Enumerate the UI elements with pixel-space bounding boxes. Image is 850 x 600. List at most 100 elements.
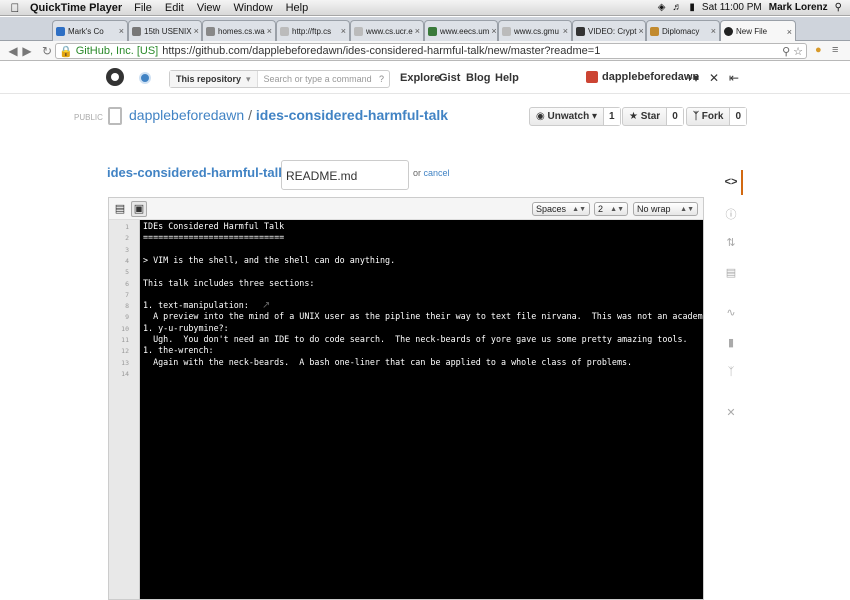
- fullscreen-icon[interactable]: ▣: [131, 201, 147, 217]
- close-tab-icon[interactable]: ×: [192, 26, 199, 36]
- close-tab-icon[interactable]: ×: [339, 26, 346, 36]
- code-icon[interactable]: <>: [722, 176, 740, 188]
- github-header: This repository ▾ Search or type a comman…: [0, 62, 850, 94]
- volume-icon[interactable]: ♬: [672, 2, 682, 13]
- apple-menu-icon[interactable]: : [0, 1, 30, 15]
- menu-window[interactable]: Window: [233, 2, 272, 14]
- code-area[interactable]: IDEs Considered Harmful Talk ============…: [141, 220, 703, 599]
- help-icon[interactable]: ?: [379, 74, 384, 84]
- nav-blog[interactable]: Blog: [466, 72, 490, 84]
- favicon-icon: [428, 26, 437, 36]
- battery-icon[interactable]: ▮: [689, 2, 695, 13]
- close-tab-icon[interactable]: ×: [489, 26, 496, 36]
- nav-help[interactable]: Help: [495, 72, 519, 84]
- issues-icon[interactable]: ⓘ: [722, 206, 740, 222]
- extension-icon[interactable]: ●: [815, 44, 822, 56]
- repo-owner-link[interactable]: dapplebeforedawn: [129, 107, 244, 123]
- star-button[interactable]: ★ Star: [623, 108, 668, 125]
- nav-explore[interactable]: Explore: [400, 72, 440, 84]
- user-menu[interactable]: Mark Lorenz: [769, 2, 828, 13]
- bookmark-star-icon[interactable]: ☆: [793, 45, 803, 58]
- browser-tab-active[interactable]: New File ×: [720, 20, 796, 42]
- close-tab-icon[interactable]: ×: [636, 26, 643, 36]
- menu-file[interactable]: File: [134, 2, 152, 14]
- app-menu[interactable]: QuickTime Player: [30, 2, 122, 14]
- sign-out-icon[interactable]: ⇤: [729, 71, 739, 85]
- close-tab-icon[interactable]: ×: [413, 26, 420, 36]
- wiki-icon[interactable]: ▤: [722, 266, 740, 279]
- forward-icon[interactable]: ▶: [20, 44, 34, 58]
- settings-icon[interactable]: ✕: [722, 406, 740, 419]
- line-number-gutter: 1 2 3 4 5 6 7 8 9 10 11 12 13 14: [109, 220, 140, 599]
- close-tab-icon[interactable]: ×: [709, 26, 716, 36]
- search-input[interactable]: Search or type a command: [258, 74, 372, 84]
- breadcrumb-repo-link[interactable]: ides-considered-harmful-talk: [107, 165, 285, 180]
- close-tab-icon[interactable]: ×: [785, 27, 792, 37]
- code-editor: ▤ ▣ Spaces ▲▼ 2 ▲▼ No wrap ▲▼ 1 2 3 4 5 6 7 8 9 10 11…: [108, 197, 704, 600]
- file-icon[interactable]: ▤: [112, 201, 128, 217]
- code-line[interactable]: Ugh. You don't need an IDE to do code se…: [143, 334, 687, 345]
- line-number: 10: [121, 324, 129, 333]
- browser-tab[interactable]: www.cs.ucr.e ×: [350, 20, 424, 41]
- indent-mode-select[interactable]: Spaces ▲▼: [532, 202, 590, 216]
- favicon-icon: [576, 26, 585, 36]
- code-line[interactable]: Again with the neck-beards. A bash one-l…: [143, 357, 632, 368]
- clock[interactable]: Sat 11:00 PM: [702, 2, 762, 13]
- code-line[interactable]: 1. the-wrench:: [143, 345, 214, 356]
- browser-tab[interactable]: http://ftp.cs ×: [276, 20, 350, 41]
- menu-icon[interactable]: ≡: [832, 44, 838, 56]
- notifications-icon[interactable]: [139, 72, 151, 84]
- browser-tab[interactable]: VIDEO: Crypt ×: [572, 20, 646, 41]
- reload-icon[interactable]: ↻: [40, 44, 54, 58]
- settings-tools-icon[interactable]: ✕: [709, 71, 719, 85]
- stars-count[interactable]: 0: [667, 108, 683, 125]
- code-line[interactable]: This talk includes three sections:: [143, 278, 314, 289]
- nav-gist[interactable]: Gist: [439, 72, 460, 84]
- pull-request-icon[interactable]: ⇅: [722, 236, 740, 249]
- wrap-mode-select[interactable]: No wrap ▲▼: [633, 202, 698, 216]
- line-number: 7: [125, 290, 129, 299]
- close-tab-icon[interactable]: ×: [561, 26, 568, 36]
- spotlight-icon[interactable]: ⚲: [835, 2, 842, 13]
- github-logo-icon[interactable]: [106, 68, 124, 86]
- watchers-count[interactable]: 1: [604, 108, 620, 125]
- unwatch-button[interactable]: ◉ Unwatch ▾: [530, 108, 604, 125]
- code-line[interactable]: A preview into the mind of a UNIX user a…: [143, 311, 703, 322]
- browser-tab[interactable]: 15th USENIX ×: [128, 20, 202, 41]
- back-icon[interactable]: ◀: [6, 44, 20, 58]
- menu-view[interactable]: View: [197, 2, 221, 14]
- browser-tab[interactable]: www.cs.gmu ×: [498, 20, 572, 41]
- url-text[interactable]: https://github.com/dapplebeforedawn/ides…: [162, 45, 600, 57]
- browser-tab[interactable]: www.eecs.um ×: [424, 20, 498, 41]
- user-profile-link[interactable]: dapplebeforedawn: [586, 71, 699, 83]
- address-bar[interactable]: 🔒 GitHub, Inc. [US] https://github.com/d…: [55, 43, 807, 59]
- wifi-icon[interactable]: ◈: [658, 2, 666, 13]
- browser-tab[interactable]: homes.cs.wa ×: [202, 20, 276, 41]
- cancel-link[interactable]: cancel: [424, 168, 450, 178]
- graphs-icon[interactable]: ▮: [722, 336, 740, 349]
- code-line[interactable]: ============================: [143, 232, 284, 243]
- pulse-icon[interactable]: ∿: [722, 306, 740, 319]
- search-scope[interactable]: This repository ▾: [170, 71, 258, 87]
- code-line[interactable]: IDEs Considered Harmful Talk: [143, 221, 284, 232]
- repo-name-link[interactable]: ides-considered-harmful-talk: [256, 107, 448, 123]
- code-line[interactable]: 1. text-manipulation:: [143, 300, 249, 311]
- zoom-icon[interactable]: ⚲: [782, 45, 790, 58]
- indent-size-select[interactable]: 2 ▲▼: [594, 202, 628, 216]
- menu-help[interactable]: Help: [286, 2, 309, 14]
- fork-button[interactable]: ᛉ Fork: [687, 108, 731, 125]
- browser-tab[interactable]: Mark's Co ×: [52, 20, 128, 41]
- forks-count[interactable]: 0: [730, 108, 747, 125]
- code-line[interactable]: > VIM is the shell, and the shell can do…: [143, 255, 395, 266]
- close-tab-icon[interactable]: ×: [265, 26, 272, 36]
- close-tab-icon[interactable]: ×: [117, 26, 124, 36]
- line-number: 12: [121, 347, 129, 356]
- network-icon[interactable]: ᛉ: [722, 366, 740, 378]
- ev-certificate-label[interactable]: GitHub, Inc. [US]: [76, 45, 159, 57]
- menu-edit[interactable]: Edit: [165, 2, 184, 14]
- search-box[interactable]: This repository ▾ Search or type a comman…: [169, 70, 390, 88]
- code-line[interactable]: 1. y-u-rubymine?:: [143, 323, 229, 334]
- create-new-icon[interactable]: +▾: [686, 71, 699, 85]
- filename-input[interactable]: README.md: [281, 160, 409, 190]
- browser-tab[interactable]: Diplomacy ×: [646, 20, 720, 41]
